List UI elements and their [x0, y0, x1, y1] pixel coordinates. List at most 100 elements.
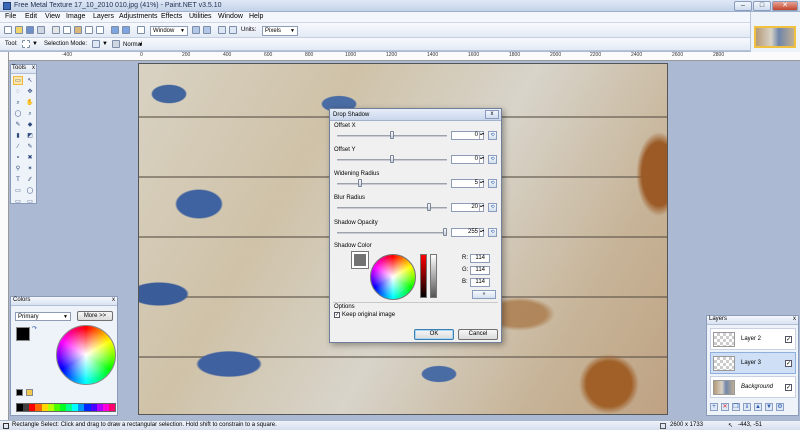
merge-layer-down-icon[interactable]: ⇓ [743, 403, 751, 411]
blend-mode-combo[interactable]: Normal ▼ [120, 40, 146, 49]
spinner-icon[interactable]: ▴▾ [479, 156, 484, 163]
palette-menu-icon[interactable] [26, 389, 33, 396]
tool-button[interactable]: ∕∕ [25, 175, 35, 184]
tool-button[interactable]: ◯ [25, 186, 35, 195]
tool-button[interactable]: ⌕ [13, 98, 23, 107]
shadow-color-wheel[interactable] [370, 254, 416, 300]
paste-icon[interactable] [74, 26, 82, 34]
menu-effects[interactable]: Effects [161, 13, 182, 20]
menu-view[interactable]: View [45, 13, 60, 20]
color-more-button[interactable]: » [472, 290, 496, 299]
redo-icon[interactable] [122, 26, 130, 34]
cut-icon[interactable] [52, 26, 60, 34]
layers-close-icon[interactable]: x [793, 316, 796, 322]
spinner-icon[interactable]: ▴▾ [479, 132, 484, 139]
print-icon[interactable] [37, 26, 45, 34]
tool-dropdown-icon[interactable]: ▼ [32, 41, 38, 47]
save-icon[interactable] [26, 26, 34, 34]
reset-value-icon[interactable]: ⟲ [488, 155, 497, 164]
layer-row-layer-3[interactable]: Layer 3 ✓ [710, 352, 796, 374]
tool-button[interactable]: ✎ [25, 142, 35, 151]
spinner-icon[interactable]: ▴▾ [479, 204, 484, 211]
hue-bar[interactable] [420, 254, 427, 298]
color-wheel[interactable] [56, 325, 116, 385]
reset-value-icon[interactable]: ⟲ [488, 131, 497, 140]
move-layer-up-icon[interactable]: ▲ [754, 403, 762, 411]
layer-row-background[interactable]: Background ✓ [710, 376, 796, 398]
menu-window[interactable]: Window [218, 13, 243, 20]
tool-button[interactable]: ⌕ [25, 109, 35, 118]
add-layer-icon[interactable]: + [710, 403, 718, 411]
cancel-button[interactable]: Cancel [458, 329, 498, 340]
duplicate-layer-icon[interactable]: ❐ [732, 403, 740, 411]
tool-button[interactable]: ▭ [13, 76, 23, 85]
blue-input[interactable]: 114 [470, 278, 490, 287]
layer-properties-icon[interactable]: ⚙ [776, 403, 784, 411]
reset-value-icon[interactable]: ⟲ [488, 179, 497, 188]
zoom-out-icon[interactable] [203, 26, 211, 34]
swap-colors-icon[interactable]: ↷ [32, 325, 37, 332]
layer-visibility-checkbox[interactable]: ✓ [785, 384, 792, 391]
slider-value-input[interactable]: 0 ▴▾ [451, 131, 484, 140]
more-colors-button[interactable]: More >> [77, 311, 113, 321]
antialias-icon[interactable] [112, 40, 120, 48]
units-combo[interactable]: Pixels ▼ [262, 26, 298, 36]
crop-icon[interactable] [85, 26, 93, 34]
copy-icon[interactable] [63, 26, 71, 34]
menu-layers[interactable]: Layers [93, 13, 114, 20]
tool-button[interactable]: ◯ [13, 109, 23, 118]
color-mode-combo[interactable]: Primary ▼ [15, 312, 71, 321]
ok-button[interactable]: OK [414, 329, 454, 340]
deselect-icon[interactable] [96, 26, 104, 34]
palette-swatch[interactable] [108, 404, 115, 411]
red-input[interactable]: 114 [470, 254, 490, 263]
grid-icon[interactable] [218, 26, 226, 34]
tool-button[interactable]: ⚬ [13, 153, 23, 162]
tool-button[interactable]: ◩ [25, 131, 35, 140]
tool-button[interactable]: ✥ [25, 87, 35, 96]
tool-button[interactable]: ▭ [13, 197, 23, 206]
slider-thumb[interactable] [427, 203, 432, 211]
tool-button[interactable]: ◆ [25, 120, 35, 129]
layer-row-layer-2[interactable]: Layer 2 ✓ [710, 328, 796, 350]
menu-file[interactable]: File [5, 13, 16, 20]
tool-button[interactable]: ▭ [25, 197, 35, 206]
tool-button[interactable]: ▭ [13, 186, 23, 195]
keep-original-checkbox[interactable]: ✓ [334, 312, 340, 318]
tool-button[interactable]: T [13, 175, 23, 184]
reset-value-icon[interactable]: ⟲ [488, 228, 497, 237]
menu-utilities[interactable]: Utilities [189, 13, 212, 20]
delete-layer-icon[interactable]: ✕ [721, 403, 729, 411]
tool-button[interactable]: ▮ [13, 131, 23, 140]
zoom-icon[interactable] [137, 26, 145, 34]
menu-adjustments[interactable]: Adjustments [119, 13, 158, 20]
layer-visibility-checkbox[interactable]: ✓ [785, 336, 792, 343]
slider-value-input[interactable]: 0 ▴▾ [451, 155, 484, 164]
slider-value-input[interactable]: 5 ▴▾ [451, 179, 484, 188]
menu-help[interactable]: Help [249, 13, 263, 20]
spinner-icon[interactable]: ▴▾ [479, 229, 484, 236]
dialog-close-button[interactable]: x [485, 110, 499, 119]
value-bar[interactable] [430, 254, 437, 298]
layer-visibility-checkbox[interactable]: ✓ [785, 360, 792, 367]
slider-value-input[interactable]: 20 ▴▾ [451, 203, 484, 212]
tool-button[interactable]: ◌ [13, 87, 23, 96]
slider-thumb[interactable] [443, 228, 447, 236]
slider-track[interactable] [337, 183, 447, 185]
reset-colors-icon[interactable] [16, 389, 23, 396]
rulers-icon[interactable] [229, 26, 237, 34]
tool-button[interactable]: ↖ [25, 76, 35, 85]
maximize-button[interactable]: □ [753, 1, 771, 11]
tools-close-icon[interactable]: x [32, 65, 35, 71]
selection-mode-icon[interactable] [92, 40, 100, 48]
slider-thumb[interactable] [390, 155, 394, 163]
tool-button[interactable]: ✎ [13, 120, 23, 129]
slider-value-input[interactable]: 255 ▴▾ [451, 228, 484, 237]
close-button[interactable]: ✕ [772, 1, 798, 11]
slider-thumb[interactable] [358, 179, 363, 187]
rectangle-select-icon[interactable] [22, 40, 30, 48]
spinner-icon[interactable]: ▴▾ [479, 180, 484, 187]
zoom-in-icon[interactable] [192, 26, 200, 34]
menu-edit[interactable]: Edit [25, 13, 37, 20]
image-thumbnail[interactable] [754, 26, 796, 48]
